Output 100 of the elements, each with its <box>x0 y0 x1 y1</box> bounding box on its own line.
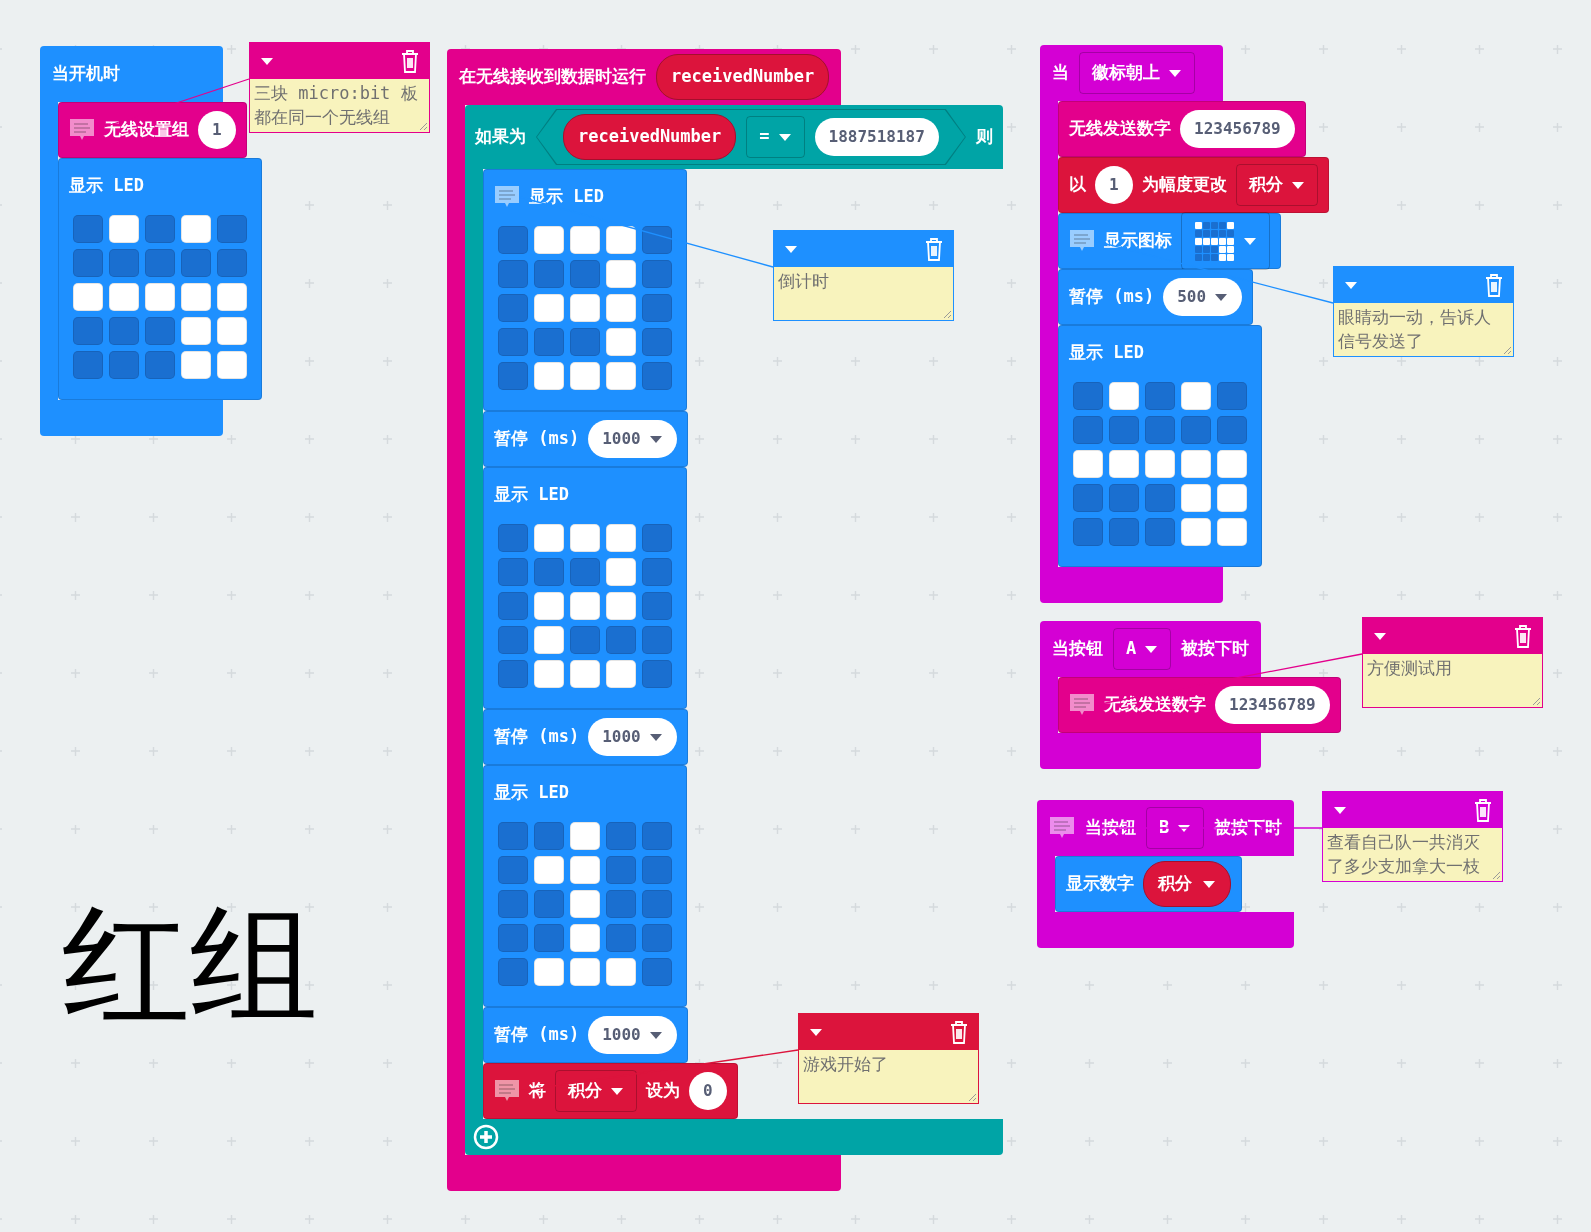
variable-reporter[interactable]: receivedNumber <box>656 54 830 100</box>
led-cell[interactable] <box>606 924 636 952</box>
comment-note[interactable]: 方便测试用 <box>1362 617 1543 708</box>
number-field[interactable]: 123456789 <box>1180 110 1295 148</box>
led-cell[interactable] <box>642 260 672 288</box>
event-block[interactable]: 当开机时 <box>40 46 223 102</box>
dropdown-field[interactable]: B <box>1146 807 1205 849</box>
condition-slot[interactable]: receivedNumber = 1887518187 <box>536 109 966 165</box>
led-cell[interactable] <box>606 558 636 586</box>
led-cell[interactable] <box>145 351 175 379</box>
code-block[interactable]: 显示 LED <box>483 467 687 709</box>
led-cell[interactable] <box>606 660 636 688</box>
if-block[interactable]: 如果为 receivedNumber = 1887518187 则 <box>465 105 1003 169</box>
led-cell[interactable] <box>606 294 636 322</box>
led-cell[interactable] <box>606 626 636 654</box>
led-cell[interactable] <box>217 283 247 311</box>
comment-icon[interactable] <box>1069 229 1095 253</box>
code-block[interactable]: 暂停 (ms) 1000 <box>483 411 688 467</box>
led-cell[interactable] <box>534 260 564 288</box>
led-cell[interactable] <box>1181 484 1211 512</box>
led-cell[interactable] <box>642 856 672 884</box>
led-cell[interactable] <box>73 351 103 379</box>
led-cell[interactable] <box>217 351 247 379</box>
led-cell[interactable] <box>534 660 564 688</box>
code-block[interactable]: 无线发送数字 123456789 <box>1058 677 1341 733</box>
caret-icon[interactable] <box>260 56 274 66</box>
dropdown-field[interactable]: A <box>1113 628 1172 670</box>
led-cell[interactable] <box>181 351 211 379</box>
led-cell[interactable] <box>498 592 528 620</box>
led-cell[interactable] <box>498 958 528 986</box>
led-cell[interactable] <box>1073 416 1103 444</box>
led-cell[interactable] <box>1073 518 1103 546</box>
led-cell[interactable] <box>570 856 600 884</box>
led-cell[interactable] <box>642 660 672 688</box>
led-cell[interactable] <box>145 215 175 243</box>
comment-icon[interactable] <box>69 118 95 142</box>
led-cell[interactable] <box>1145 518 1175 546</box>
trash-icon[interactable] <box>1483 272 1505 298</box>
icon-dropdown[interactable] <box>1181 212 1270 270</box>
number-dropdown[interactable]: 1000 <box>588 1016 677 1054</box>
led-cell[interactable] <box>217 215 247 243</box>
comment-icon[interactable] <box>1069 693 1095 717</box>
variable-dropdown[interactable]: 积分 <box>1143 861 1231 907</box>
led-cell[interactable] <box>570 626 600 654</box>
led-cell[interactable] <box>642 226 672 254</box>
led-cell[interactable] <box>1145 382 1175 410</box>
caret-icon[interactable] <box>1344 280 1358 290</box>
comment-icon[interactable] <box>1049 816 1075 840</box>
led-cell[interactable] <box>534 856 564 884</box>
code-block[interactable]: 显示图标 <box>1058 213 1281 269</box>
resize-grip-icon[interactable] <box>418 121 428 131</box>
led-cell[interactable] <box>570 890 600 918</box>
led-cell[interactable] <box>1109 518 1139 546</box>
led-cell[interactable] <box>498 226 528 254</box>
led-cell[interactable] <box>642 626 672 654</box>
led-cell[interactable] <box>1217 518 1247 546</box>
led-cell[interactable] <box>534 924 564 952</box>
code-block[interactable]: 暂停 (ms) 500 <box>1058 269 1254 325</box>
led-cell[interactable] <box>606 362 636 390</box>
caret-icon[interactable] <box>809 1027 823 1037</box>
code-block[interactable]: 显示 LED <box>483 765 687 1007</box>
trash-icon[interactable] <box>1472 797 1494 823</box>
resize-grip-icon[interactable] <box>1531 696 1541 706</box>
led-cell[interactable] <box>1217 416 1247 444</box>
led-cell[interactable] <box>1073 484 1103 512</box>
led-cell[interactable] <box>642 524 672 552</box>
code-block[interactable]: 将 积分 设为 0 <box>483 1063 738 1119</box>
led-cell[interactable] <box>534 626 564 654</box>
led-cell[interactable] <box>1181 518 1211 546</box>
led-cell[interactable] <box>642 822 672 850</box>
led-cell[interactable] <box>109 215 139 243</box>
comment-note[interactable]: 三块 micro:bit 板 都在同一个无线组 <box>249 42 430 133</box>
led-cell[interactable] <box>534 890 564 918</box>
comment-note[interactable]: 游戏开始了 <box>798 1013 979 1104</box>
caret-icon[interactable] <box>1214 292 1229 302</box>
led-cell[interactable] <box>1217 382 1247 410</box>
number-dropdown[interactable]: 500 <box>1163 278 1243 316</box>
led-cell[interactable] <box>642 558 672 586</box>
led-cell[interactable] <box>498 558 528 586</box>
led-cell[interactable] <box>570 226 600 254</box>
led-cell[interactable] <box>498 524 528 552</box>
led-cell[interactable] <box>534 958 564 986</box>
code-block[interactable]: 无线设置组 1 <box>58 102 247 158</box>
led-cell[interactable] <box>570 328 600 356</box>
led-cell[interactable] <box>498 856 528 884</box>
dropdown-field[interactable]: 积分 <box>555 1070 637 1112</box>
led-cell[interactable] <box>109 249 139 277</box>
led-cell[interactable] <box>534 328 564 356</box>
caret-icon[interactable] <box>1202 879 1216 889</box>
led-cell[interactable] <box>570 260 600 288</box>
caret-icon[interactable] <box>648 732 663 742</box>
led-cell[interactable] <box>642 328 672 356</box>
led-cell[interactable] <box>73 283 103 311</box>
led-cell[interactable] <box>181 215 211 243</box>
led-cell[interactable] <box>642 592 672 620</box>
caret-icon[interactable] <box>648 434 663 444</box>
led-cell[interactable] <box>606 328 636 356</box>
led-cell[interactable] <box>145 317 175 345</box>
led-cell[interactable] <box>498 660 528 688</box>
led-cell[interactable] <box>606 822 636 850</box>
